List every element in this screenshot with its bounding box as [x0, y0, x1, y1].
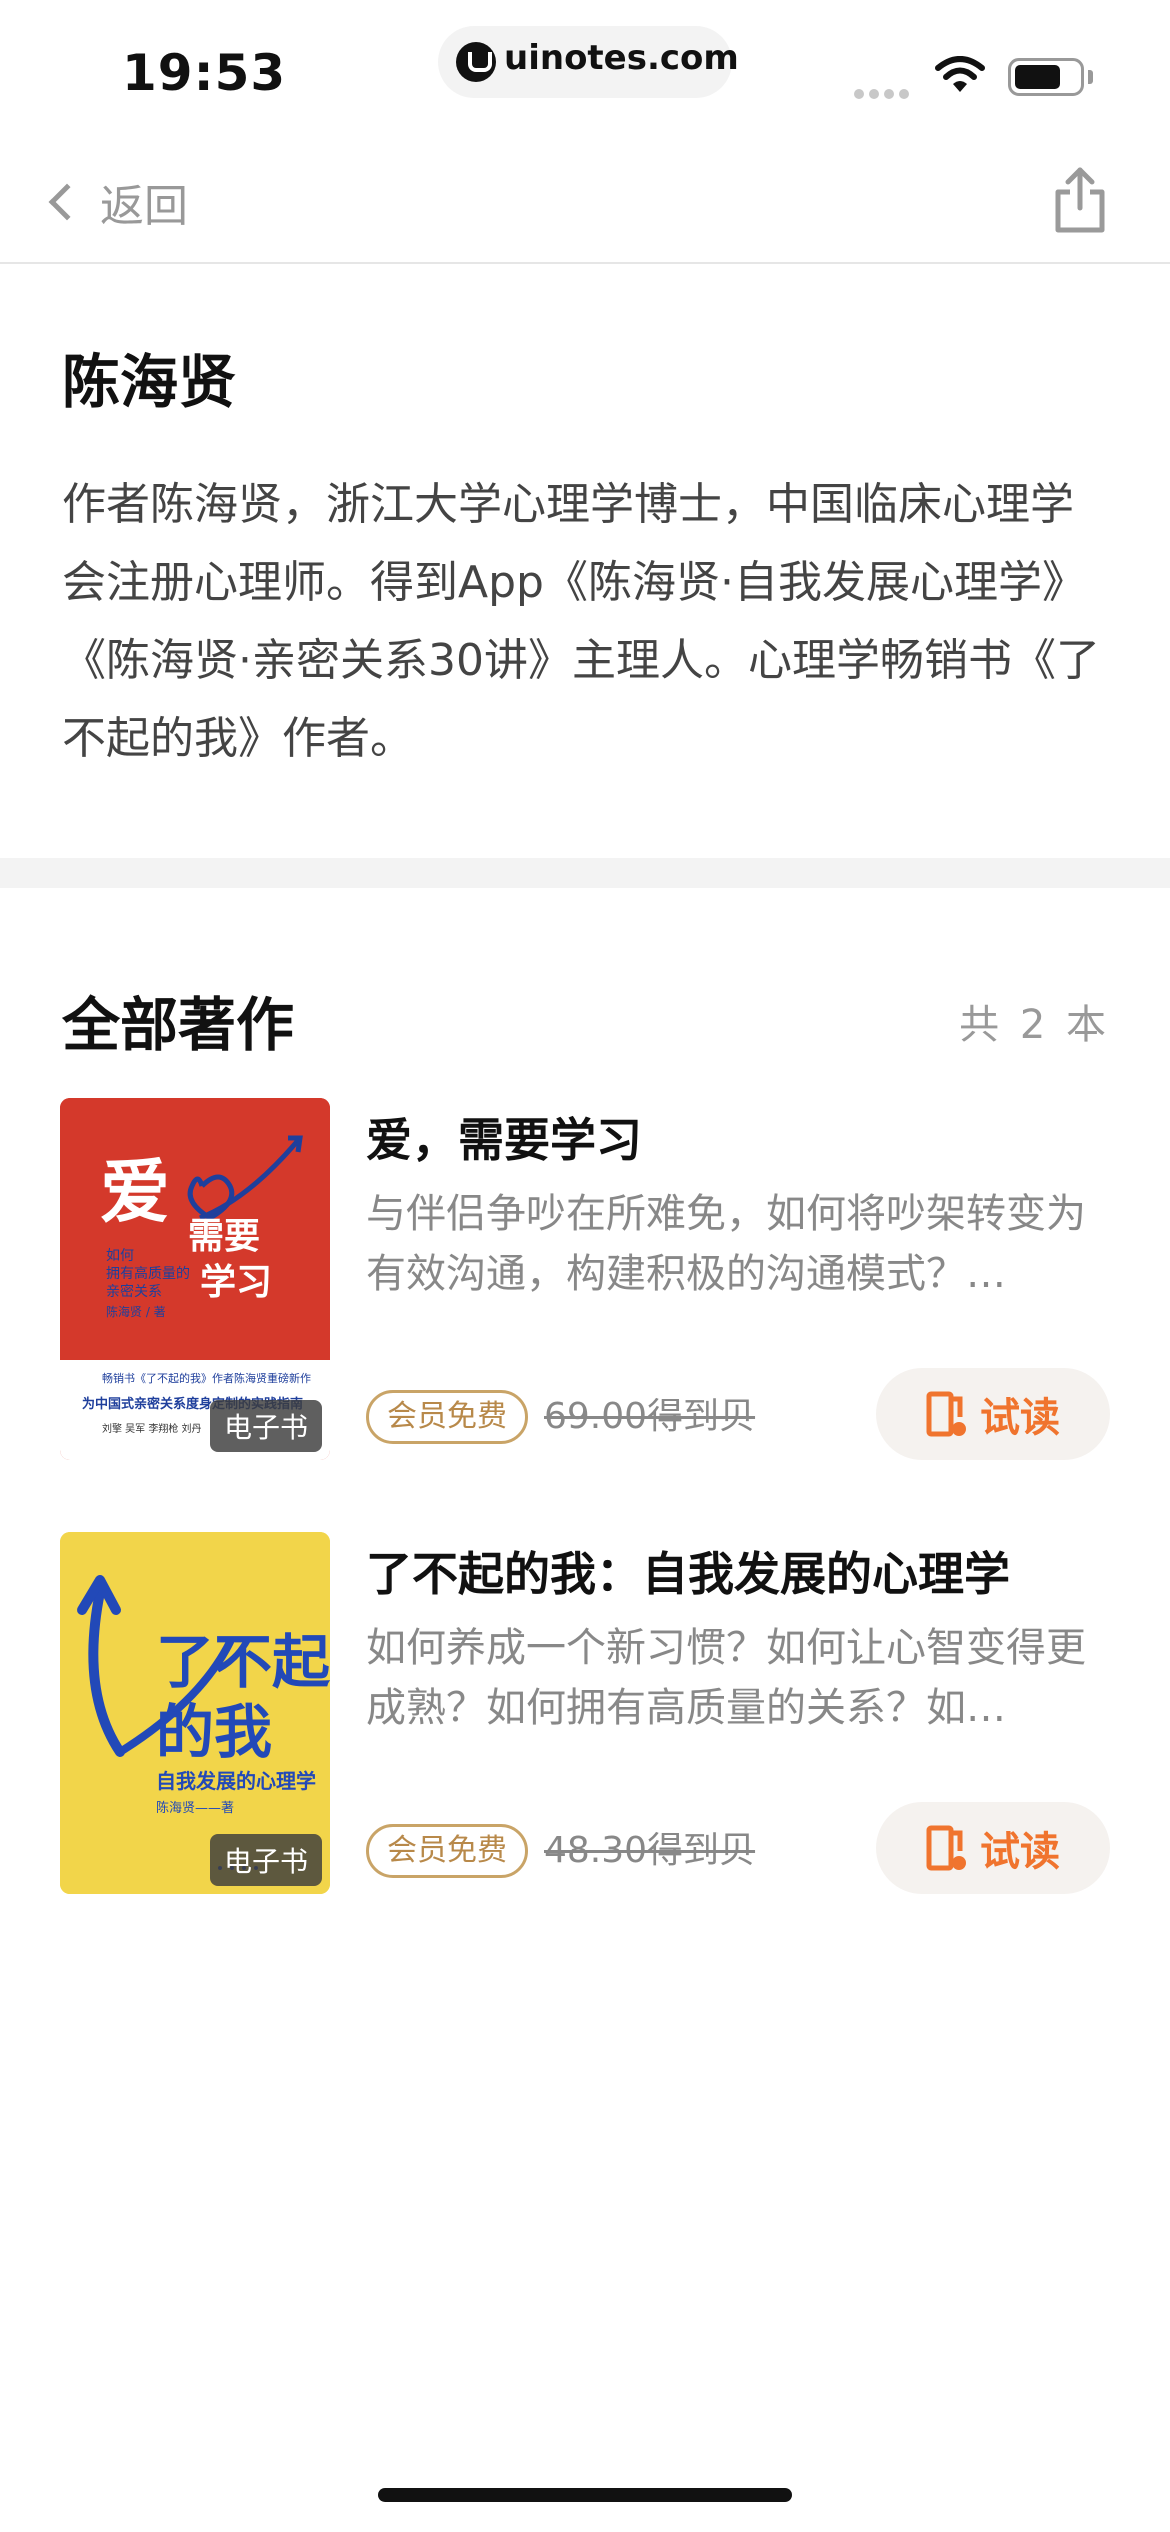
status-time: 19:53 [122, 44, 287, 102]
book-cover[interactable]: 爱 需要 学习 如何 拥有高质量的 亲密关系 陈海贤 / 著 畅销书《了不起的我… [60, 1098, 330, 1460]
trial-read-label: 试读 [980, 1395, 1060, 1441]
book-description: 如何养成一个新习惯？如何让心智变得更成熟？如何拥有高质量的关系？如… [366, 1625, 1086, 1731]
cover-author: 陈海贤——著 [156, 1800, 234, 1816]
share-icon[interactable] [1050, 164, 1110, 236]
author-name: 陈海贤 [62, 348, 237, 416]
cover-sub-text-1: 需要 [188, 1216, 260, 1257]
book-price: 69.00得到贝 [544, 1396, 756, 1437]
home-indicator[interactable] [378, 2488, 792, 2502]
member-free-badge: 会员免费 [366, 1824, 528, 1878]
chevron-left-icon [48, 183, 86, 221]
cover-names: 刘擎 吴军 李翔枪 刘丹 [102, 1422, 202, 1435]
trial-read-button[interactable]: 试读 [876, 1368, 1110, 1460]
cover-main-text-2: 的我 [156, 1698, 272, 1766]
section-divider [0, 858, 1170, 888]
author-bio: 作者陈海贤，浙江大学心理学博士，中国临床心理学会注册心理师。得到App《陈海贤·… [62, 479, 1100, 764]
cover-sub-text-2: 学习 [200, 1261, 272, 1303]
cover-main-text: 爱 [100, 1151, 170, 1233]
book-cover[interactable]: 了不起 的我 自我发展的心理学 陈海贤——著 电子书 [60, 1532, 330, 1894]
works-count: 共 2 本 [959, 1002, 1110, 1048]
book-item[interactable]: 爱 需要 学习 如何 拥有高质量的 亲密关系 陈海贤 / 著 畅销书《了不起的我… [60, 1098, 1110, 1460]
trial-read-icon [926, 1825, 966, 1871]
url-pill[interactable]: uinotes.com [438, 26, 739, 98]
works-header: 全部著作 共 2 本 [62, 978, 1110, 1062]
cover-tagline: 畅销书《了不起的我》作者陈海贤重磅新作 [102, 1371, 311, 1385]
trial-read-button[interactable]: 试读 [876, 1802, 1110, 1894]
member-free-badge: 会员免费 [366, 1390, 528, 1444]
cover-line-1: 如何 [106, 1248, 134, 1264]
url-text: uinotes.com [504, 38, 739, 78]
back-label: 返回 [100, 181, 188, 232]
book-description: 与伴侣争吵在所难免，如何将吵架转变为有效沟通，构建积极的沟通模式？… [366, 1191, 1086, 1297]
ebook-tag: 电子书 [209, 1834, 322, 1886]
cover-sub-text: 自我发展的心理学 [156, 1769, 316, 1793]
nav-bar: 返回 [0, 140, 1170, 264]
status-bar: 19:53 uinotes.com [0, 0, 1170, 140]
site-logo-icon [456, 42, 496, 82]
cover-line-3: 亲密关系 [106, 1283, 162, 1300]
book-title[interactable]: 了不起的我：自我发展的心理学 [366, 1538, 1010, 1604]
cellular-signal-icon [854, 84, 916, 99]
battery-icon [1008, 58, 1084, 96]
book-item[interactable]: 了不起 的我 自我发展的心理学 陈海贤——著 电子书 了不起的我：自我发展的心理… [60, 1532, 1110, 1894]
battery-cap [1088, 70, 1093, 84]
cover-line-2: 拥有高质量的 [106, 1265, 190, 1282]
ebook-tag: 电子书 [209, 1400, 322, 1452]
back-button[interactable]: 返回 [42, 170, 188, 234]
works-title: 全部著作 [62, 991, 295, 1059]
book-title[interactable]: 爱，需要学习 [366, 1104, 642, 1170]
book-price: 48.30得到贝 [544, 1830, 756, 1871]
cover-author: 陈海贤 / 著 [106, 1304, 166, 1319]
wifi-icon [935, 56, 985, 92]
author-section: 陈海贤 作者陈海贤，浙江大学心理学博士，中国临床心理学会注册心理师。得到App《… [62, 340, 1112, 778]
trial-read-label: 试读 [980, 1829, 1060, 1875]
cover-main-text: 了不起 [156, 1628, 330, 1696]
trial-read-icon [926, 1391, 966, 1437]
